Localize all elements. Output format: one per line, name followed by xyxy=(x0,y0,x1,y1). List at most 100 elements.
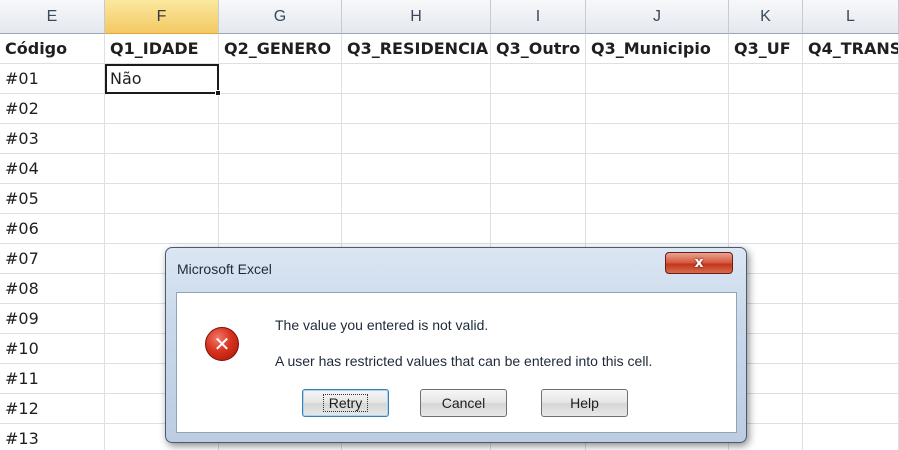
header-cell[interactable]: Q3_RESIDENCIA xyxy=(342,34,491,64)
row-code-cell[interactable]: #13 xyxy=(0,424,105,450)
header-cell[interactable]: Q1_IDADE xyxy=(105,34,219,64)
grid-cell[interactable] xyxy=(803,184,899,214)
header-cell[interactable]: Q3_Outro xyxy=(491,34,586,64)
column-header-f[interactable]: F xyxy=(105,0,219,34)
table-row: #03 xyxy=(0,124,899,154)
close-button[interactable]: x xyxy=(665,252,733,274)
grid-cell[interactable] xyxy=(342,64,491,94)
retry-button[interactable]: Retry xyxy=(302,389,389,417)
grid-cell[interactable] xyxy=(491,124,586,154)
grid-cell[interactable] xyxy=(342,184,491,214)
grid-cell[interactable] xyxy=(586,124,729,154)
field-header-row: Código Q1_IDADE Q2_GENERO Q3_RESIDENCIA Q3_O… xyxy=(0,34,899,64)
grid-cell[interactable] xyxy=(803,304,899,334)
row-code-cell[interactable]: #05 xyxy=(0,184,105,214)
grid-cell[interactable] xyxy=(491,154,586,184)
cancel-button-label: Cancel xyxy=(441,395,486,411)
column-header-j[interactable]: J xyxy=(586,0,729,34)
grid-cell[interactable] xyxy=(729,214,803,244)
help-button-label: Help xyxy=(570,395,599,411)
grid-cell[interactable] xyxy=(219,124,342,154)
grid-cell[interactable] xyxy=(219,94,342,124)
row-code-cell[interactable]: #08 xyxy=(0,274,105,304)
grid-cell[interactable] xyxy=(342,214,491,244)
grid-cell[interactable] xyxy=(803,334,899,364)
grid-cell[interactable] xyxy=(105,154,219,184)
grid-cell[interactable] xyxy=(803,214,899,244)
grid-cell[interactable] xyxy=(491,94,586,124)
row-code-cell[interactable]: #06 xyxy=(0,214,105,244)
row-code-cell[interactable]: #04 xyxy=(0,154,105,184)
grid-cell[interactable] xyxy=(342,94,491,124)
header-cell[interactable]: Código xyxy=(0,34,105,64)
column-header-i[interactable]: I xyxy=(491,0,586,34)
grid-cell[interactable] xyxy=(342,124,491,154)
grid-cell[interactable] xyxy=(803,424,899,450)
column-header-e[interactable]: E xyxy=(0,0,105,34)
error-icon: ✕ xyxy=(205,327,239,361)
row-code-cell[interactable]: #02 xyxy=(0,94,105,124)
grid-cell[interactable] xyxy=(586,94,729,124)
header-cell[interactable]: Q4_TRANS xyxy=(803,34,899,64)
grid-cell[interactable] xyxy=(219,64,342,94)
row-code-cell[interactable]: #01 xyxy=(0,64,105,94)
grid-cell[interactable] xyxy=(219,154,342,184)
grid-cell[interactable] xyxy=(491,214,586,244)
grid-cell[interactable] xyxy=(219,184,342,214)
grid-cell[interactable] xyxy=(729,124,803,154)
row-code-cell[interactable]: #12 xyxy=(0,394,105,424)
row-code-cell[interactable]: #09 xyxy=(0,304,105,334)
grid-cell[interactable] xyxy=(803,154,899,184)
row-code-cell[interactable]: #11 xyxy=(0,364,105,394)
row-code-cell[interactable]: #03 xyxy=(0,124,105,154)
grid-cell[interactable] xyxy=(105,124,219,154)
grid-cell[interactable] xyxy=(803,394,899,424)
grid-cell[interactable] xyxy=(803,124,899,154)
grid-cell[interactable] xyxy=(219,214,342,244)
error-message-primary: The value you entered is not valid. xyxy=(275,317,489,333)
grid-cell[interactable] xyxy=(586,214,729,244)
header-cell[interactable]: Q3_UF xyxy=(729,34,803,64)
dialog-title: Microsoft Excel xyxy=(177,261,272,277)
header-cell[interactable]: Q3_Municipio xyxy=(586,34,729,64)
column-header-l[interactable]: L xyxy=(803,0,899,34)
grid-cell[interactable] xyxy=(586,154,729,184)
table-row: #06 xyxy=(0,214,899,244)
grid-cell[interactable] xyxy=(803,64,899,94)
grid-cell[interactable] xyxy=(491,64,586,94)
close-icon: x xyxy=(694,255,704,271)
grid-cell[interactable] xyxy=(729,184,803,214)
table-row: #01 Não xyxy=(0,64,899,94)
grid-cell[interactable] xyxy=(729,94,803,124)
table-row: #02 xyxy=(0,94,899,124)
grid-cell[interactable] xyxy=(586,64,729,94)
grid-cell[interactable] xyxy=(491,184,586,214)
grid-cell[interactable] xyxy=(729,64,803,94)
grid-cell[interactable] xyxy=(105,184,219,214)
grid-cell[interactable] xyxy=(803,244,899,274)
grid-cell[interactable] xyxy=(803,274,899,304)
cancel-button[interactable]: Cancel xyxy=(420,389,507,417)
error-message-secondary: A user has restricted values that can be… xyxy=(275,353,653,369)
column-header-h[interactable]: H xyxy=(342,0,491,34)
column-header-row: E F G H I J K L xyxy=(0,0,899,34)
fill-handle[interactable] xyxy=(215,90,221,96)
retry-button-label: Retry xyxy=(322,394,369,412)
table-row: #04 xyxy=(0,154,899,184)
dialog-body: ✕ The value you entered is not valid. A … xyxy=(176,292,737,433)
grid-cell[interactable] xyxy=(586,184,729,214)
help-button[interactable]: Help xyxy=(541,389,628,417)
column-header-g[interactable]: G xyxy=(219,0,342,34)
validation-error-dialog: Microsoft Excel x ✕ The value you entere… xyxy=(165,247,747,443)
row-code-cell[interactable]: #07 xyxy=(0,244,105,274)
grid-cell[interactable] xyxy=(729,154,803,184)
grid-cell[interactable] xyxy=(803,94,899,124)
row-code-cell[interactable]: #10 xyxy=(0,334,105,364)
grid-cell[interactable] xyxy=(342,154,491,184)
grid-cell[interactable] xyxy=(105,94,219,124)
grid-cell[interactable] xyxy=(803,364,899,394)
header-cell[interactable]: Q2_GENERO xyxy=(219,34,342,64)
active-cell[interactable]: Não xyxy=(105,64,219,94)
column-header-k[interactable]: K xyxy=(729,0,803,34)
grid-cell[interactable] xyxy=(105,214,219,244)
